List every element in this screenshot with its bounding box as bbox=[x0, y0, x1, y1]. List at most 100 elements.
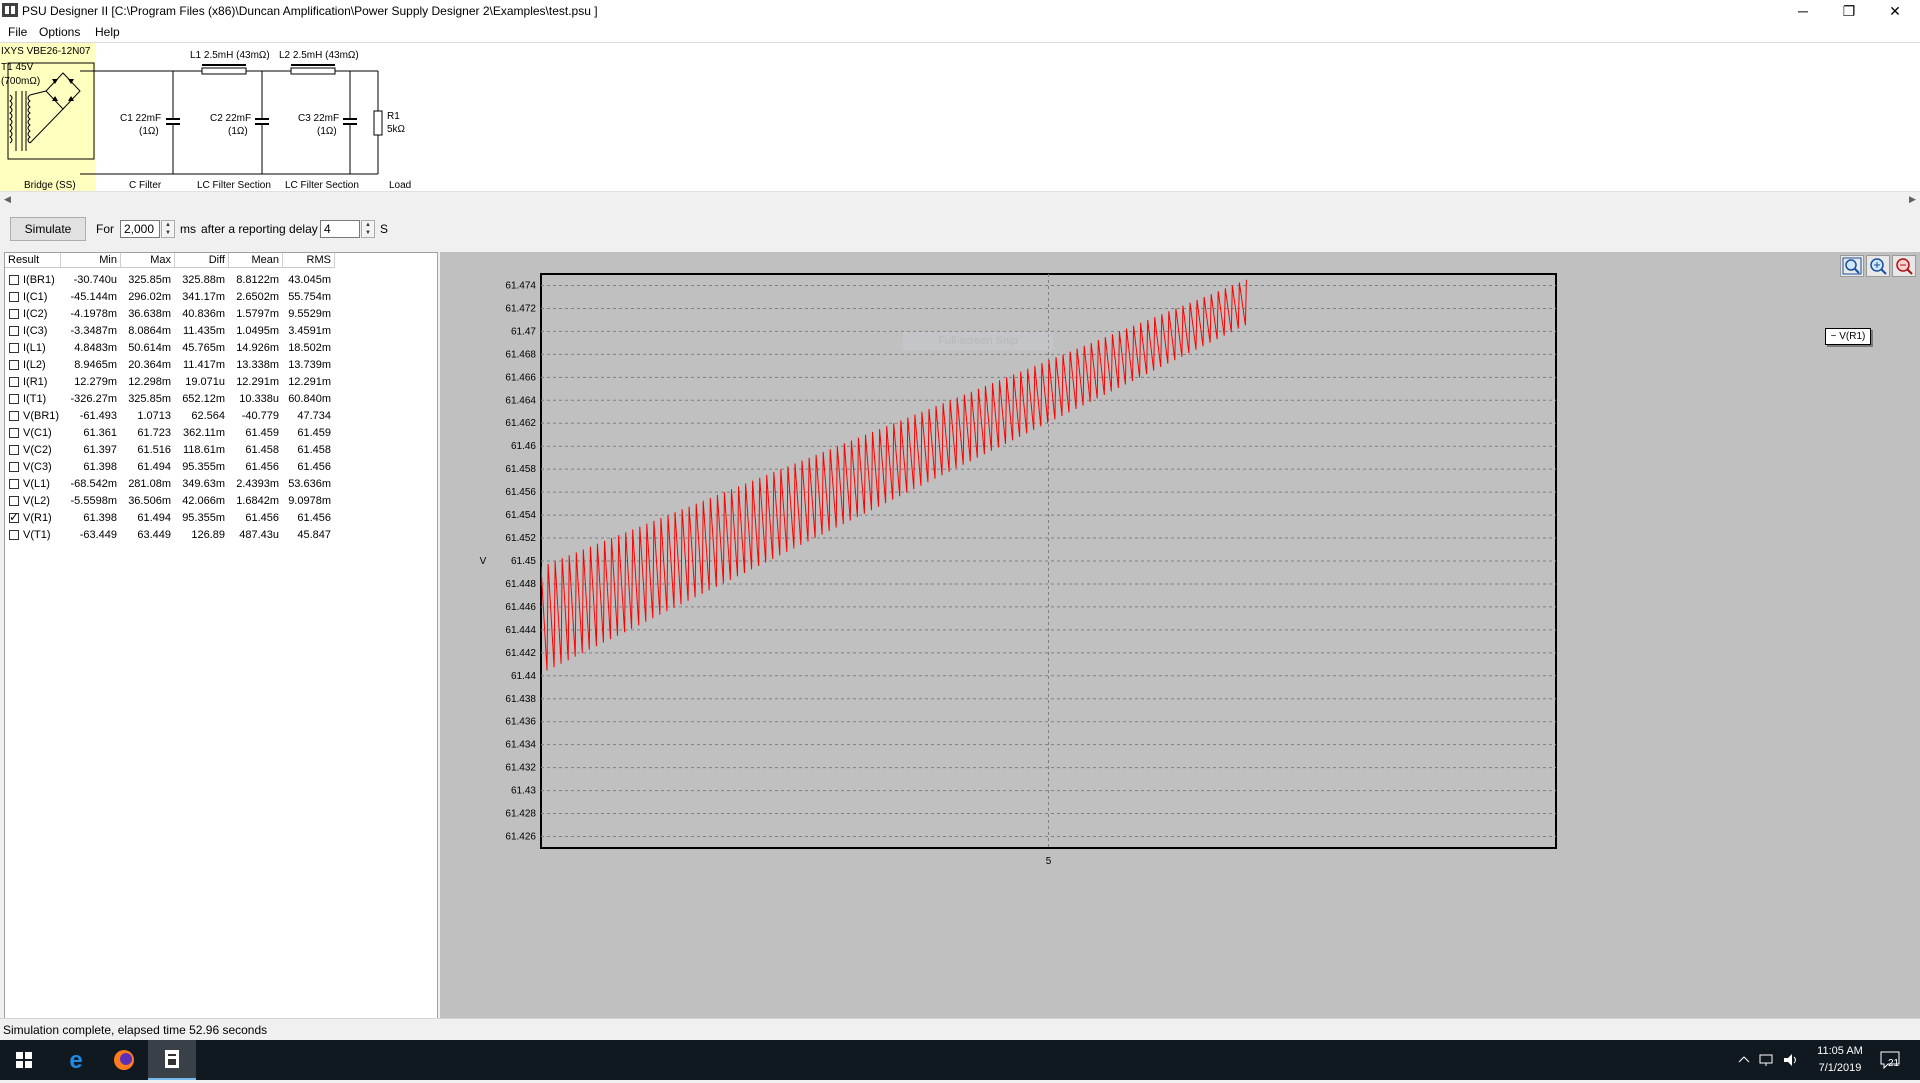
scroll-right-icon[interactable]: ▶ bbox=[1905, 192, 1920, 207]
row-result-name: V(L2) bbox=[23, 495, 50, 507]
close-button[interactable]: ✕ bbox=[1872, 0, 1918, 22]
row-result-name: I(L2) bbox=[23, 359, 46, 371]
table-row[interactable]: V(T1) -63.449 63.449 126.89 487.43u 45.847 bbox=[5, 527, 435, 544]
row-mean-value: 1.0495m bbox=[236, 325, 279, 337]
table-row[interactable]: I(L1) 4.8483m 50.614m 45.765m 14.926m 18.502m bbox=[5, 340, 435, 357]
duration-input[interactable] bbox=[120, 220, 160, 238]
voltage-chart[interactable]: 61.474 61.472 61.47 61.468 61.466 61.464 61.46… bbox=[440, 252, 1820, 1018]
table-row[interactable]: I(R1) 12.279m 12.298m 19.071u 12.291m 12.291m bbox=[5, 374, 435, 391]
col-mean[interactable]: Mean bbox=[229, 253, 283, 268]
zoom-in-button[interactable] bbox=[1866, 255, 1890, 277]
table-row[interactable]: V(C3) 61.398 61.494 95.355m 61.456 61.456 bbox=[5, 459, 435, 476]
row-checkbox[interactable] bbox=[9, 360, 19, 370]
table-row[interactable]: V(C1) 61.361 61.723 362.11m 61.459 61.459 bbox=[5, 425, 435, 442]
resistor-r1[interactable] bbox=[365, 70, 383, 174]
row-diff-value: 45.765m bbox=[182, 342, 225, 354]
row-diff-value: 95.355m bbox=[182, 461, 225, 473]
table-row[interactable]: V(C2) 61.397 61.516 118.61m 61.458 61.458 bbox=[5, 442, 435, 459]
minimize-button[interactable]: ─ bbox=[1780, 0, 1826, 22]
row-checkbox[interactable] bbox=[9, 479, 19, 489]
table-row[interactable]: I(L2) 8.9465m 20.364m 11.417m 13.338m 13.739m bbox=[5, 357, 435, 374]
inductor-l2[interactable] bbox=[290, 64, 336, 75]
row-max-value: 61.723 bbox=[137, 427, 171, 439]
circuit-schematic: IXYS VBE26-12N07 T1 45V (700mΩ) Bridge (… bbox=[0, 43, 411, 191]
clock-time[interactable]: 11:05 AM bbox=[1800, 1045, 1880, 1057]
s-label: S bbox=[380, 222, 389, 236]
y-tick-label: 61.432 bbox=[505, 763, 536, 774]
row-max-value: 325.85m bbox=[128, 393, 171, 405]
y-tick-label: 61.43 bbox=[511, 786, 536, 797]
menu-help[interactable]: Help bbox=[95, 25, 120, 39]
menu-options[interactable]: Options bbox=[39, 25, 80, 39]
row-checkbox[interactable] bbox=[9, 292, 19, 302]
chart-legend[interactable]: − V(R1) bbox=[1825, 328, 1871, 345]
row-checkbox[interactable] bbox=[9, 326, 19, 336]
row-rms-value: 61.458 bbox=[297, 444, 331, 456]
row-rms-value: 3.4591m bbox=[288, 325, 331, 337]
duration-spinner[interactable]: ▲ ▼ bbox=[161, 220, 175, 238]
zoom-out-button[interactable] bbox=[1892, 255, 1916, 277]
row-result-name: V(L1) bbox=[23, 478, 50, 490]
action-center-button[interactable]: 21 bbox=[1878, 1048, 1904, 1072]
table-row[interactable]: V(L1) -68.542m 281.08m 349.63m 2.4393m 53.636… bbox=[5, 476, 435, 493]
table-row[interactable]: I(C2) -4.1978m 36.638m 40.836m 1.5797m 9.5529… bbox=[5, 306, 435, 323]
y-tick-label: 61.462 bbox=[505, 418, 536, 429]
row-checkbox[interactable] bbox=[9, 530, 19, 540]
edge-icon: e bbox=[69, 1047, 82, 1074]
clock-date[interactable]: 7/1/2019 bbox=[1800, 1062, 1880, 1074]
firefox-taskbar-button[interactable] bbox=[100, 1040, 148, 1080]
restore-button[interactable]: ❐ bbox=[1826, 0, 1872, 22]
psu-designer-taskbar-button[interactable] bbox=[148, 1040, 196, 1080]
y-tick-label: 61.428 bbox=[505, 809, 536, 820]
col-rms[interactable]: RMS bbox=[283, 253, 335, 268]
simulate-button[interactable]: Simulate bbox=[10, 217, 86, 241]
col-result[interactable]: Result bbox=[5, 253, 61, 268]
edge-taskbar-button[interactable]: e bbox=[52, 1040, 100, 1080]
table-row[interactable]: V(L2) -5.5598m 36.506m 42.066m 1.6842m 9.0978… bbox=[5, 493, 435, 510]
start-button[interactable] bbox=[0, 1040, 48, 1080]
capacitor-c2[interactable] bbox=[255, 71, 269, 174]
table-row[interactable]: V(R1) 61.398 61.494 95.355m 61.456 61.456 bbox=[5, 510, 435, 527]
table-row[interactable]: V(BR1) -61.493 1.0713 62.564 -40.779 47.734 bbox=[5, 408, 435, 425]
table-row[interactable]: I(T1) -326.27m 325.85m 652.12m 10.338u 60.840… bbox=[5, 391, 435, 408]
col-max[interactable]: Max bbox=[121, 253, 175, 268]
zoom-fit-button[interactable] bbox=[1840, 255, 1864, 277]
network-icon[interactable] bbox=[1758, 1052, 1776, 1068]
inductor-l1[interactable] bbox=[201, 64, 247, 75]
scroll-left-icon[interactable]: ◀ bbox=[0, 192, 15, 207]
row-checkbox[interactable] bbox=[9, 411, 19, 421]
row-checkbox[interactable] bbox=[9, 343, 19, 353]
row-checkbox[interactable] bbox=[9, 377, 19, 387]
row-min-value: 4.8483m bbox=[74, 342, 117, 354]
row-checkbox[interactable] bbox=[9, 428, 19, 438]
y-tick-label: 61.456 bbox=[505, 487, 536, 498]
schematic-scrollbar[interactable]: ◀ ▶ bbox=[0, 191, 1920, 208]
chevron-up-icon[interactable] bbox=[1736, 1052, 1752, 1068]
table-row[interactable]: I(BR1) -30.740u 325.85m 325.88m 8.8122m 43.04… bbox=[5, 272, 435, 289]
row-mean-value: 12.291m bbox=[236, 376, 279, 388]
row-checkbox[interactable] bbox=[9, 496, 19, 506]
chart-panel: 61.474 61.472 61.47 61.468 61.466 61.464 61.46… bbox=[440, 252, 1920, 1018]
row-diff-value: 126.89 bbox=[191, 529, 225, 541]
row-max-value: 8.0864m bbox=[128, 325, 171, 337]
c3-value: C3 22mF bbox=[298, 113, 339, 124]
menu-file[interactable]: File bbox=[8, 25, 27, 39]
delay-input[interactable] bbox=[320, 220, 360, 238]
row-checkbox[interactable] bbox=[9, 510, 19, 524]
volume-icon[interactable] bbox=[1782, 1052, 1800, 1068]
row-result-name: I(C3) bbox=[23, 325, 48, 337]
row-checkbox[interactable] bbox=[9, 275, 19, 285]
row-max-value: 61.516 bbox=[137, 444, 171, 456]
capacitor-c1[interactable] bbox=[166, 71, 180, 174]
y-tick-label: 61.46 bbox=[511, 441, 536, 452]
table-row[interactable]: I(C1) -45.144m 296.02m 341.17m 2.6502m 55.754… bbox=[5, 289, 435, 306]
row-checkbox[interactable] bbox=[9, 462, 19, 472]
row-checkbox[interactable] bbox=[9, 445, 19, 455]
capacitor-c3[interactable] bbox=[343, 71, 357, 174]
col-min[interactable]: Min bbox=[61, 253, 121, 268]
row-checkbox[interactable] bbox=[9, 309, 19, 319]
delay-spinner[interactable]: ▲ ▼ bbox=[361, 220, 375, 238]
table-row[interactable]: I(C3) -3.3487m 8.0864m 11.435m 1.0495m 3.4591… bbox=[5, 323, 435, 340]
row-checkbox[interactable] bbox=[9, 394, 19, 404]
col-diff[interactable]: Diff bbox=[175, 253, 229, 268]
